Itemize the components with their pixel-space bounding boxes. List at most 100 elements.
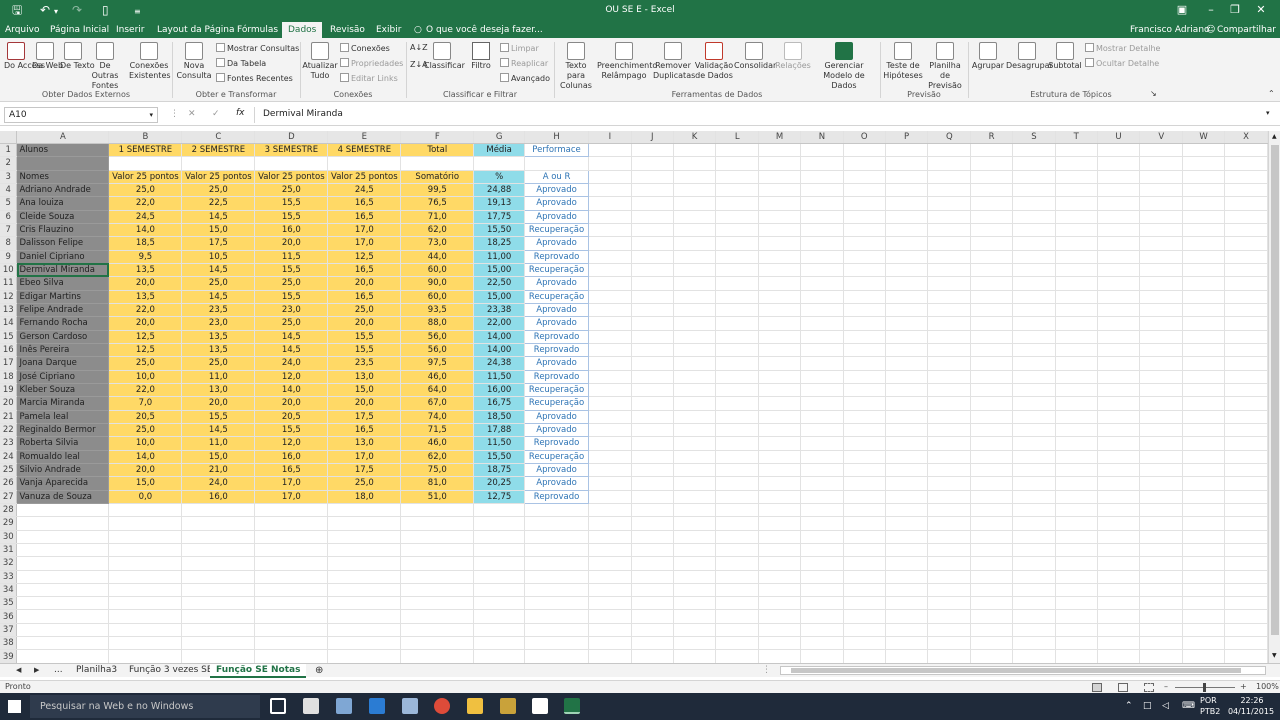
cell[interactable]	[1139, 356, 1184, 371]
cell[interactable]	[1055, 356, 1098, 371]
cell[interactable]	[673, 383, 717, 398]
cell[interactable]	[588, 609, 632, 624]
cell[interactable]	[970, 556, 1013, 571]
cell[interactable]	[108, 530, 183, 544]
cell[interactable]: 15,0	[327, 383, 402, 398]
cell[interactable]	[885, 210, 929, 224]
cell[interactable]	[715, 490, 760, 504]
cell[interactable]	[1182, 450, 1225, 464]
cell[interactable]	[673, 636, 717, 651]
tell-me-search[interactable]: O que você deseja fazer...	[426, 24, 543, 36]
cell[interactable]	[631, 583, 674, 598]
cell[interactable]: 60,0	[400, 263, 475, 278]
cell[interactable]: 25,0	[327, 476, 402, 491]
cell[interactable]	[1012, 570, 1056, 584]
name-box-dropdown-icon[interactable]: ▾	[149, 110, 153, 121]
cell[interactable]: 24,88	[473, 183, 526, 198]
column-header[interactable]: S	[1012, 131, 1056, 144]
row-header[interactable]: 7	[0, 223, 18, 238]
cell[interactable]	[673, 370, 717, 384]
cell[interactable]	[843, 210, 886, 224]
cell[interactable]	[327, 503, 402, 518]
cell[interactable]	[1224, 423, 1268, 438]
cell[interactable]: Valor 25 pontos	[327, 170, 402, 184]
cell[interactable]	[327, 649, 402, 663]
row-header[interactable]: 2	[0, 156, 18, 171]
cell[interactable]	[970, 476, 1013, 491]
row-header[interactable]: 34	[0, 583, 18, 598]
cell[interactable]: 11,00	[473, 250, 526, 264]
cell[interactable]	[1055, 530, 1098, 544]
row-header[interactable]: 14	[0, 316, 18, 331]
row-header[interactable]: 11	[0, 276, 18, 291]
cell[interactable]	[1182, 503, 1225, 518]
cell[interactable]: 15,5	[181, 410, 256, 424]
cell[interactable]: Dalisson Felipe	[16, 236, 110, 251]
cell[interactable]	[588, 396, 632, 411]
cell[interactable]	[108, 596, 183, 611]
app-icon[interactable]	[500, 698, 516, 714]
cell[interactable]: 23,0	[181, 316, 256, 331]
cell[interactable]: 15,5	[254, 290, 329, 304]
chrome-icon[interactable]	[434, 698, 450, 714]
cell[interactable]	[631, 196, 674, 211]
cell[interactable]	[1055, 436, 1098, 451]
cell[interactable]	[927, 636, 972, 651]
cell[interactable]	[108, 570, 183, 584]
cell[interactable]: 46,0	[400, 370, 475, 384]
cell[interactable]	[631, 250, 674, 264]
cell[interactable]: 14,5	[254, 343, 329, 358]
cell[interactable]: Valor 25 pontos	[181, 170, 256, 184]
row-header[interactable]: 28	[0, 503, 18, 518]
cell[interactable]	[927, 156, 972, 171]
cell[interactable]	[588, 223, 632, 238]
cell[interactable]	[1224, 609, 1268, 624]
cell[interactable]: 4 SEMESTRE	[327, 143, 402, 158]
cell[interactable]	[1097, 463, 1141, 478]
cell[interactable]: 20,0	[327, 396, 402, 411]
column-header[interactable]: I	[588, 131, 632, 144]
cell[interactable]	[181, 649, 256, 663]
cell[interactable]	[843, 276, 886, 291]
cell[interactable]	[254, 583, 329, 598]
cell[interactable]	[1012, 623, 1056, 638]
cell[interactable]: 90,0	[400, 276, 475, 291]
cell[interactable]	[588, 490, 632, 504]
name-box[interactable]: A10 ▾	[4, 107, 158, 123]
cell[interactable]	[588, 436, 632, 451]
cell[interactable]	[843, 503, 886, 518]
cell[interactable]	[1182, 263, 1225, 278]
cell[interactable]	[843, 476, 886, 491]
cell[interactable]	[1139, 436, 1184, 451]
cell[interactable]	[1012, 196, 1056, 211]
cell[interactable]: 10,0	[108, 370, 183, 384]
cell[interactable]	[885, 370, 929, 384]
column-header[interactable]: T	[1055, 131, 1098, 144]
cell[interactable]: Ana louiza	[16, 196, 110, 211]
cell[interactable]: 14,00	[473, 343, 526, 358]
from-access-button[interactable]: Do Access	[4, 42, 45, 71]
cell[interactable]	[927, 383, 972, 398]
cell[interactable]	[885, 503, 929, 518]
cell[interactable]	[1224, 343, 1268, 358]
cell[interactable]: 22,0	[108, 303, 183, 318]
cell[interactable]: 23,0	[254, 303, 329, 318]
cell[interactable]: 20,0	[254, 396, 329, 411]
row-header[interactable]: 21	[0, 410, 18, 424]
cell[interactable]	[1139, 609, 1184, 624]
cell[interactable]	[885, 516, 929, 531]
cell[interactable]: 20,25	[473, 476, 526, 491]
cell[interactable]	[927, 290, 972, 304]
cell[interactable]	[715, 183, 760, 198]
advanced-filter-button[interactable]: Avançado	[500, 73, 550, 84]
cell[interactable]	[970, 396, 1013, 411]
cell[interactable]	[631, 170, 674, 184]
cell[interactable]	[673, 223, 717, 238]
connections-button[interactable]: Conexões	[340, 43, 390, 54]
cell[interactable]	[673, 143, 717, 158]
cell[interactable]	[1055, 636, 1098, 651]
cell[interactable]	[1182, 543, 1225, 558]
cell[interactable]: 64,0	[400, 383, 475, 398]
cell[interactable]	[1012, 396, 1056, 411]
cell[interactable]	[524, 596, 590, 611]
